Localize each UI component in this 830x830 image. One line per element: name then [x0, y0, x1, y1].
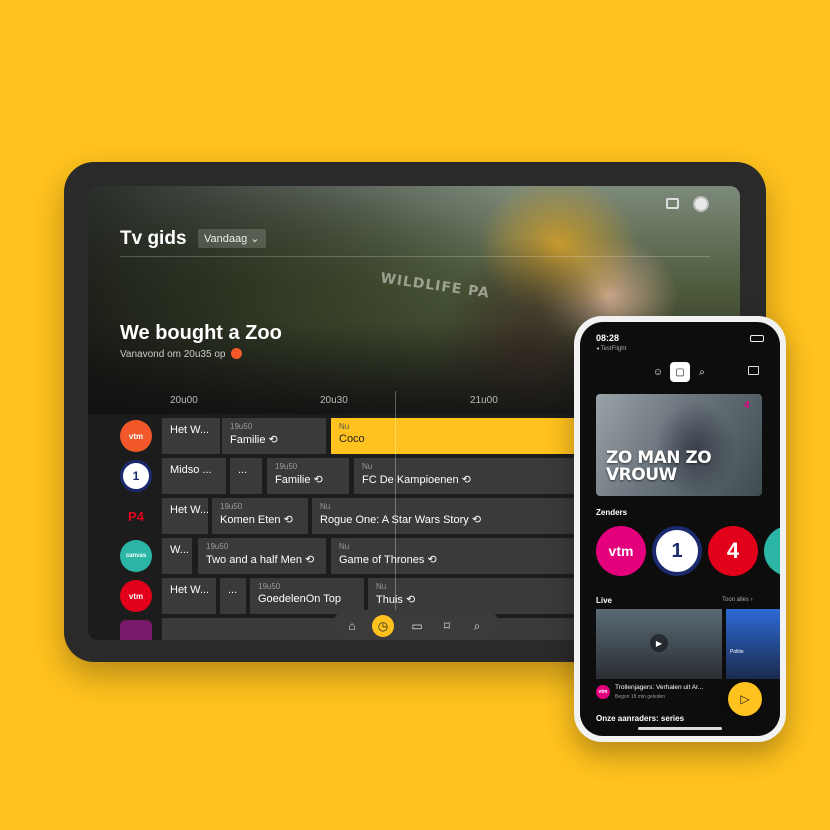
status-time: 08:28	[596, 333, 620, 343]
hero-subtitle: Vanavond om 20u35 op	[120, 348, 243, 360]
live-title: Live	[596, 596, 613, 605]
featured-title: ZO MAN ZO VROUW	[606, 448, 712, 485]
vtm-logo-icon: vtm	[596, 685, 610, 699]
live-card[interactable]: ▶	[596, 609, 722, 679]
tv-icon: ▷	[740, 692, 750, 706]
bottom-tab-bar: ⌂ ◷ ▭ ⌑ ⌕	[332, 610, 500, 640]
cast-icon[interactable]	[748, 366, 759, 375]
program-cell[interactable]: 19u50 Familie ⟲	[222, 418, 326, 454]
program-time: 19u50	[220, 502, 243, 511]
vtm2-logo-icon[interactable]: vtm	[120, 580, 152, 612]
top-nav: ☺ ▢ ⌕	[650, 362, 710, 382]
tv-icon[interactable]: ▭	[407, 616, 427, 636]
clock-icon[interactable]: ◷	[372, 615, 394, 637]
time-label: 21u00	[470, 395, 498, 406]
program-name: ...	[238, 464, 248, 476]
program-cell[interactable]: Het W...	[162, 418, 220, 454]
live-item-meta: Begon 18 min geleden	[615, 694, 666, 700]
status-app-back[interactable]: ◂ TestFlight	[596, 345, 626, 352]
program-cell[interactable]: 19u50 Two and a half Men ⟲	[198, 538, 326, 574]
zender-play4[interactable]: 4	[708, 526, 758, 576]
program-name: Two and a half Men ⟲	[206, 554, 315, 566]
live-item-title[interactable]: Trollenjagers: Verhalen uit Ar...	[615, 684, 723, 691]
featured-channel-badge: 4	[744, 400, 750, 411]
program-name: Familie ⟲	[275, 474, 323, 486]
program-cell[interactable]: 19u50 Familie ⟲	[267, 458, 349, 494]
program-name: Het W...	[170, 504, 208, 516]
search-icon[interactable]: ⌕	[694, 364, 710, 380]
een-logo-icon[interactable]: 1	[120, 460, 152, 492]
program-cell[interactable]: 19u50 GoedelenOn Top	[250, 578, 364, 614]
program-cell[interactable]: W...	[162, 538, 192, 574]
cast-icon[interactable]	[666, 198, 679, 209]
current-time-line	[395, 391, 396, 636]
bookmark-icon[interactable]: ⌑	[437, 616, 457, 636]
live-card2-label: Politie	[730, 649, 744, 655]
program-name: GoedelenOn Top	[258, 593, 341, 605]
date-dropdown-label: Vandaag	[204, 233, 248, 245]
program-name: ...	[228, 584, 238, 596]
timeline: 20u00 20u30 21u00	[88, 391, 740, 415]
program-name: Komen Eten ⟲	[220, 514, 293, 526]
program-cell[interactable]: Het W...	[162, 498, 208, 534]
hero-subtitle-text: Vanavond om 20u35 op	[120, 349, 226, 360]
page-title: Tv gids	[120, 228, 187, 249]
home-indicator	[638, 727, 722, 730]
chevron-down-icon: ⌄	[250, 233, 260, 245]
zender-canvas[interactable]	[764, 526, 780, 576]
program-time: 19u50	[230, 422, 253, 431]
home-icon[interactable]: ⌂	[342, 616, 362, 636]
play4-logo-icon[interactable]: P4	[120, 500, 152, 532]
program-cell[interactable]: 19u50 Komen Eten ⟲	[212, 498, 308, 534]
program-time: 19u50	[275, 462, 298, 471]
battery-icon	[750, 335, 764, 342]
zender-een[interactable]: 1	[652, 526, 702, 576]
date-dropdown[interactable]: Vandaag ⌄	[198, 229, 266, 248]
home-icon[interactable]: ▢	[670, 362, 690, 382]
vtm-logo-icon[interactable]: vtm	[120, 420, 152, 452]
divider	[120, 256, 710, 257]
program-time: 19u50	[258, 582, 281, 591]
recommend-title: Onze aanraders: series	[596, 714, 685, 723]
zender-vtm[interactable]: vtm	[596, 526, 646, 576]
program-name: W...	[170, 544, 189, 556]
program-cell[interactable]: ...	[230, 458, 262, 494]
avatar[interactable]	[693, 196, 709, 212]
time-label: 20u30	[320, 395, 348, 406]
hero-title[interactable]: We bought a Zoo	[120, 322, 282, 345]
phone-screen: 08:28 ◂ TestFlight ☺ ▢ ⌕ 4 ZO MAN ZO VRO…	[580, 322, 780, 736]
program-name: Het W...	[170, 584, 210, 596]
program-cell[interactable]: Midso ...	[162, 458, 226, 494]
zenders-title: Zenders	[596, 508, 628, 517]
program-name: Midso ...	[170, 464, 212, 476]
vtm-badge-icon	[231, 348, 243, 359]
profile-icon[interactable]: ☺	[650, 364, 666, 380]
phone-device: 08:28 ◂ TestFlight ☺ ▢ ⌕ 4 ZO MAN ZO VRO…	[574, 316, 786, 742]
program-name: Het W...	[170, 424, 210, 436]
program-cell[interactable]: Het W...	[162, 578, 216, 614]
canvas-logo-icon[interactable]: canvas	[120, 540, 152, 572]
channel-logo-icon[interactable]	[120, 620, 152, 640]
program-name: Familie ⟲	[230, 434, 278, 446]
search-icon[interactable]: ⌕	[467, 616, 487, 636]
play-icon[interactable]: ▶	[650, 634, 668, 652]
see-all-link[interactable]: Toon alles ›	[722, 597, 753, 603]
time-label: 20u00	[170, 395, 198, 406]
program-cell[interactable]: ...	[220, 578, 246, 614]
program-time: 19u50	[206, 542, 229, 551]
live-card[interactable]: Politie	[726, 609, 780, 679]
play-tv-button[interactable]: ▷	[728, 682, 762, 716]
